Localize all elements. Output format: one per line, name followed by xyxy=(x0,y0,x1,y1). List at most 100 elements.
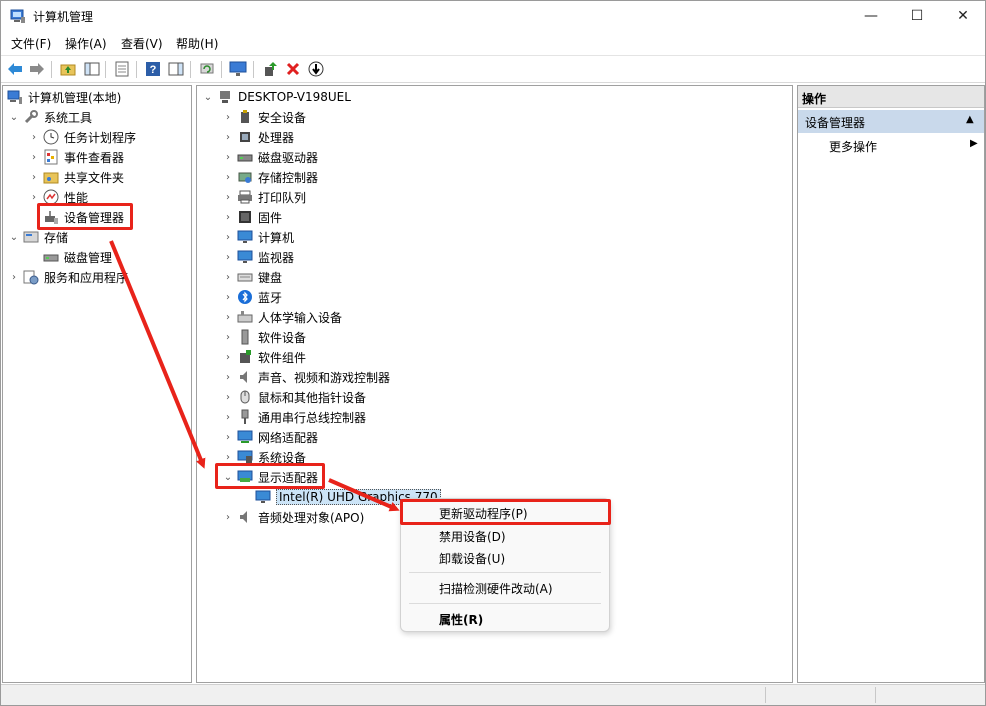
chevron-right-icon[interactable]: › xyxy=(223,312,233,323)
device-category-7[interactable]: › 监视器 xyxy=(223,247,294,267)
device-category-5[interactable]: › 固件 xyxy=(223,207,282,227)
annotation-box-update-driver xyxy=(400,499,611,525)
tree-item-services-apps[interactable]: › 服务和应用程序 xyxy=(9,267,128,287)
computer-icon xyxy=(237,229,253,245)
chevron-right-icon[interactable]: › xyxy=(29,172,39,183)
firmware-icon xyxy=(237,209,253,225)
chevron-right-icon[interactable]: › xyxy=(9,272,19,283)
uninstall-icon[interactable] xyxy=(284,60,302,78)
chevron-right-icon[interactable]: › xyxy=(223,172,233,183)
chevron-right-icon[interactable]: › xyxy=(223,512,233,523)
minimize-button[interactable]: — xyxy=(848,1,894,31)
device-category-15[interactable]: › 通用串行总线控制器 xyxy=(223,407,366,427)
chevron-right-icon[interactable]: › xyxy=(223,112,233,123)
menu-scan-hardware[interactable]: 扫描检测硬件改动(A) xyxy=(439,580,553,597)
minimize-icon: — xyxy=(864,8,878,24)
chevron-right-icon[interactable]: › xyxy=(29,152,39,163)
submenu-arrow-icon: ▶ xyxy=(970,138,978,149)
chevron-right-icon[interactable]: › xyxy=(223,432,233,443)
chevron-right-icon[interactable]: › xyxy=(223,232,233,243)
chevron-right-icon[interactable]: › xyxy=(223,252,233,263)
chevron-right-icon[interactable]: › xyxy=(223,332,233,343)
chevron-down-icon[interactable]: ⌄ xyxy=(9,232,19,243)
chevron-right-icon[interactable]: › xyxy=(223,132,233,143)
console-tree-pane: 计算机管理(本地) ⌄ 系统工具 › 任务计划程序 › 事件查看器 › 共享文件… xyxy=(2,85,192,683)
keyboard-icon xyxy=(237,269,253,285)
device-category-13[interactable]: › 声音、视频和游戏控制器 xyxy=(223,367,390,387)
forward-icon[interactable] xyxy=(28,60,46,78)
update-driver-icon[interactable] xyxy=(261,60,279,78)
close-button[interactable]: ✕ xyxy=(940,1,985,31)
svg-text:?: ? xyxy=(150,64,157,76)
device-category-10[interactable]: › 人体学输入设备 xyxy=(223,307,342,327)
computer-management-icon xyxy=(7,89,23,105)
monitor-icon[interactable] xyxy=(229,60,247,78)
menu-properties[interactable]: 属性(R) xyxy=(439,611,483,628)
tree-item-event-viewer[interactable]: › 事件查看器 xyxy=(29,147,124,167)
device-category-2[interactable]: › 磁盘驱动器 xyxy=(223,147,318,167)
device-category-19[interactable]: › 音频处理对象(APO) xyxy=(223,507,364,527)
device-category-3[interactable]: › 存储控制器 xyxy=(223,167,318,187)
menu-disable-device[interactable]: 禁用设备(D) xyxy=(439,528,506,545)
actions-section-device-manager[interactable]: 设备管理器 ▲ xyxy=(798,110,984,133)
tree-item-storage[interactable]: ⌄ 存储 xyxy=(9,227,68,247)
maximize-button[interactable]: ☐ xyxy=(894,1,940,31)
menu-action[interactable]: 操作(A) xyxy=(65,35,107,52)
chevron-down-icon[interactable]: ⌄ xyxy=(9,112,19,123)
device-category-14[interactable]: › 鼠标和其他指针设备 xyxy=(223,387,366,407)
security-device-icon xyxy=(237,109,253,125)
device-category-0[interactable]: › 安全设备 xyxy=(223,107,306,127)
help-icon[interactable]: ? xyxy=(144,60,162,78)
device-category-16[interactable]: › 网络适配器 xyxy=(223,427,318,447)
speaker-icon xyxy=(237,369,253,385)
device-category-12[interactable]: › 软件组件 xyxy=(223,347,306,367)
chevron-right-icon[interactable]: › xyxy=(223,152,233,163)
chevron-right-icon[interactable]: › xyxy=(29,192,39,203)
network-adapter-icon xyxy=(237,429,253,445)
chevron-right-icon[interactable]: › xyxy=(223,412,233,423)
title-bar[interactable]: 计算机管理 — ☐ ✕ xyxy=(1,1,985,31)
menu-file[interactable]: 文件(F) xyxy=(11,35,51,52)
show-action-pane-icon[interactable] xyxy=(167,60,185,78)
chevron-down-icon[interactable]: ⌄ xyxy=(203,92,213,103)
back-icon[interactable] xyxy=(6,60,24,78)
close-icon: ✕ xyxy=(957,8,969,24)
actions-header: 操作 xyxy=(798,86,984,108)
menu-help[interactable]: 帮助(H) xyxy=(176,35,218,52)
toolbar: ? xyxy=(1,55,985,83)
chevron-right-icon[interactable]: › xyxy=(223,452,233,463)
processor-icon xyxy=(237,129,253,145)
chevron-right-icon[interactable]: › xyxy=(29,132,39,143)
properties-icon[interactable] xyxy=(113,60,131,78)
show-tree-icon[interactable] xyxy=(83,60,101,78)
chevron-right-icon[interactable]: › xyxy=(223,292,233,303)
device-category-1[interactable]: › 处理器 xyxy=(223,127,294,147)
tree-item-shared-folders[interactable]: › 共享文件夹 xyxy=(29,167,124,187)
chevron-right-icon[interactable]: › xyxy=(223,372,233,383)
tree-root[interactable]: 计算机管理(本地) xyxy=(7,87,121,107)
system-tools-icon xyxy=(23,109,39,125)
device-category-4[interactable]: › 打印队列 xyxy=(223,187,306,207)
device-tree-root[interactable]: ⌄ DESKTOP-V198UEL xyxy=(203,87,351,107)
device-category-6[interactable]: › 计算机 xyxy=(223,227,294,247)
menu-view[interactable]: 查看(V) xyxy=(121,35,163,52)
download-icon[interactable] xyxy=(307,60,325,78)
tree-item-system-tools[interactable]: ⌄ 系统工具 xyxy=(9,107,92,127)
device-category-11[interactable]: › 软件设备 xyxy=(223,327,306,347)
refresh-icon[interactable] xyxy=(198,60,216,78)
computer-icon xyxy=(217,89,233,105)
chevron-right-icon[interactable]: › xyxy=(223,192,233,203)
tree-item-disk-management[interactable]: 磁盘管理 xyxy=(29,247,112,267)
menu-uninstall-device[interactable]: 卸载设备(U) xyxy=(439,550,505,567)
device-category-9[interactable]: › 蓝牙 xyxy=(223,287,282,307)
more-actions-item[interactable]: 更多操作 ▶ xyxy=(798,134,984,156)
tree-item-task-scheduler[interactable]: › 任务计划程序 xyxy=(29,127,136,147)
collapse-triangle-icon[interactable]: ▲ xyxy=(966,114,974,125)
chevron-right-icon[interactable]: › xyxy=(223,272,233,283)
disk-management-icon xyxy=(43,249,59,265)
chevron-right-icon[interactable]: › xyxy=(223,352,233,363)
device-category-8[interactable]: › 键盘 xyxy=(223,267,282,287)
chevron-right-icon[interactable]: › xyxy=(223,392,233,403)
up-folder-icon[interactable] xyxy=(59,60,77,78)
chevron-right-icon[interactable]: › xyxy=(223,212,233,223)
